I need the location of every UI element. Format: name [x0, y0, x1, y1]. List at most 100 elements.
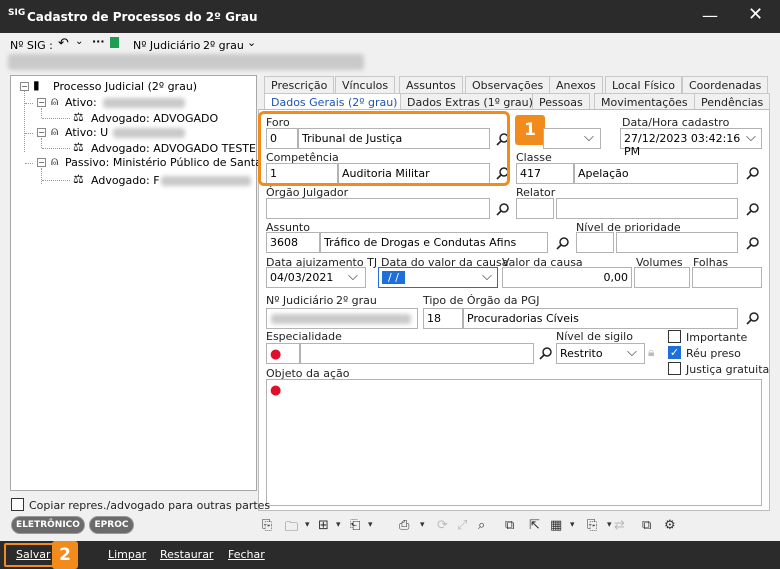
- network-icon[interactable]: ⊞: [318, 518, 329, 533]
- chevron-down-icon[interactable]: ⌵: [627, 345, 637, 360]
- tree-item-ativo-1[interactable]: Ativo:: [65, 96, 97, 109]
- chevron-down-icon[interactable]: ⌄: [75, 36, 83, 47]
- limpar-button[interactable]: Limpar: [108, 548, 146, 561]
- search-document-icon[interactable]: ⌕: [478, 518, 485, 533]
- assunto-name-input[interactable]: Tráfico de Drogas e Condutas Afins: [320, 232, 548, 253]
- chevron-down-icon[interactable]: ⌵: [348, 269, 358, 284]
- process-document-icon: ▮: [33, 78, 40, 92]
- numero-judiciario-input[interactable]: [266, 308, 418, 329]
- tab-prescricao[interactable]: Prescrição: [264, 76, 335, 93]
- datahora-picker[interactable]: 27/12/2023 03:42:16 PM: [620, 128, 762, 158]
- lawyer-icon: ⚖: [73, 140, 84, 154]
- tab-dados-gerais[interactable]: Dados Gerais (2º grau): [264, 93, 405, 110]
- search-icon[interactable]: [556, 236, 570, 250]
- tab-assuntos[interactable]: Assuntos: [399, 76, 463, 93]
- chevron-down-icon[interactable]: ▾: [305, 520, 310, 530]
- sig-number-input[interactable]: [8, 54, 364, 70]
- collapse-icon[interactable]: −: [20, 82, 29, 91]
- reu-preso-checkbox[interactable]: ✓: [668, 346, 681, 359]
- attach-icon[interactable]: ⎘: [587, 518, 597, 533]
- close-button[interactable]: ✕: [748, 4, 763, 25]
- new-record-icon[interactable]: ⎘: [262, 518, 272, 533]
- valor-causa-input[interactable]: 0,00: [502, 267, 632, 288]
- settings-icon[interactable]: ⚙: [664, 518, 676, 533]
- nivel-prioridade-code-input[interactable]: [576, 232, 614, 253]
- process-tree[interactable]: − ▮ Processo Judicial (2º grau) − ⍝ Ativ…: [10, 75, 262, 491]
- nivel-prioridade-name-input[interactable]: [616, 232, 738, 253]
- eletronico-badge: ELETRÔNICO: [11, 516, 85, 534]
- copiar-label: Copiar repres./advogado para outras part…: [29, 499, 271, 512]
- search-icon[interactable]: [539, 346, 553, 360]
- chevron-down-icon[interactable]: ⌵: [482, 269, 492, 284]
- document-icon[interactable]: [110, 37, 119, 48]
- copy-icon[interactable]: ⎗: [350, 518, 360, 533]
- relator-code-input[interactable]: [516, 198, 554, 219]
- restaurar-button[interactable]: Restaurar: [160, 548, 213, 561]
- undo-icon[interactable]: ↶: [58, 36, 69, 51]
- tab-observacoes[interactable]: Observações: [465, 76, 551, 93]
- chevron-down-icon[interactable]: ⌵: [584, 130, 594, 145]
- numero-judiciario-grau: 2º grau: [336, 294, 377, 307]
- copiar-checkbox[interactable]: [11, 498, 24, 511]
- tab-pessoas[interactable]: Pessoas: [532, 93, 590, 110]
- minimize-button[interactable]: —: [702, 6, 718, 25]
- especialidade-code-input[interactable]: ●: [266, 343, 300, 364]
- tree-item-ativo-2[interactable]: Ativo: U: [65, 126, 108, 139]
- search-icon[interactable]: [496, 202, 510, 216]
- person-icon: ⍝: [51, 94, 59, 108]
- tab-vinculos[interactable]: Vínculos: [335, 76, 396, 93]
- salvar-button[interactable]: Salvar: [16, 548, 51, 561]
- tree-item-advogado-3[interactable]: Advogado: F: [91, 174, 160, 187]
- chevron-down-icon[interactable]: ▾: [607, 520, 612, 530]
- calendar-icon[interactable]: ▦: [550, 518, 562, 533]
- tab-pendencias[interactable]: Pendências: [694, 93, 771, 110]
- folder-icon[interactable]: 🗀︎: [285, 518, 298, 540]
- chevron-down-icon[interactable]: ▾: [336, 520, 341, 530]
- tab-dados-extras[interactable]: Dados Extras (1º grau): [400, 93, 540, 110]
- tab-anexos[interactable]: Anexos: [549, 76, 603, 93]
- volumes-input[interactable]: [634, 267, 690, 288]
- search-icon[interactable]: [746, 236, 760, 250]
- tree-item-passivo[interactable]: Passivo: Ministério Público de Santa: [65, 156, 262, 169]
- tree-item-advogado-1[interactable]: Advogado: ADVOGADO: [91, 112, 218, 125]
- tree-item-advogado-2[interactable]: Advogado: ADVOGADO TESTE: [91, 142, 256, 155]
- search-icon[interactable]: [746, 311, 760, 325]
- export-icon[interactable]: ⇱: [529, 518, 540, 533]
- importante-checkbox[interactable]: [668, 330, 681, 343]
- relator-name-input[interactable]: [556, 198, 738, 219]
- chevron-down-icon[interactable]: ▾: [420, 520, 425, 530]
- collapse-icon[interactable]: −: [37, 98, 46, 107]
- especialidade-name-input[interactable]: [300, 343, 534, 364]
- tipo-orgao-name-input[interactable]: Procuradorias Cíveis: [463, 308, 738, 329]
- search-icon[interactable]: [746, 202, 760, 216]
- orgao-julgador-input[interactable]: [266, 198, 490, 219]
- tree-root[interactable]: Processo Judicial (2º grau): [53, 80, 197, 93]
- refresh-icon: ⟳: [437, 518, 448, 533]
- print-icon[interactable]: ⎙: [399, 518, 409, 533]
- chevron-down-icon[interactable]: ▾: [368, 520, 373, 530]
- lawyer-icon: ⚖: [73, 110, 84, 124]
- justica-gratuita-checkbox[interactable]: [668, 362, 681, 375]
- collapse-icon[interactable]: −: [37, 158, 46, 167]
- search-icon[interactable]: [746, 166, 760, 180]
- more-icon[interactable]: ···: [92, 35, 105, 48]
- folhas-input[interactable]: [692, 267, 762, 288]
- classe-code-input[interactable]: 417: [516, 163, 574, 184]
- classe-name-input[interactable]: Apelação: [574, 163, 738, 184]
- data-valor-picker[interactable]: / /: [378, 267, 498, 288]
- history-icon[interactable]: ⧉: [642, 518, 651, 533]
- chevron-down-icon[interactable]: ⌄: [247, 36, 256, 49]
- required-indicator: ●: [270, 347, 282, 362]
- tipo-orgao-code-input[interactable]: 18: [423, 308, 463, 329]
- assunto-code-input[interactable]: 3608: [266, 232, 320, 253]
- judiciario-label: Nº Judiciário: [133, 39, 201, 52]
- collapse-icon[interactable]: −: [37, 128, 46, 137]
- tab-coordenadas[interactable]: Coordenadas: [682, 76, 769, 93]
- tab-local-fisico[interactable]: Local Físico: [605, 76, 682, 93]
- objeto-acao-textarea[interactable]: ●: [266, 379, 762, 506]
- chevron-down-icon[interactable]: ⌵: [746, 130, 756, 145]
- tab-movimentacoes[interactable]: Movimentações: [594, 93, 695, 110]
- duplicate-icon[interactable]: ⧉: [505, 518, 514, 533]
- chevron-down-icon[interactable]: ▾: [570, 520, 575, 530]
- fechar-button[interactable]: Fechar: [228, 548, 265, 561]
